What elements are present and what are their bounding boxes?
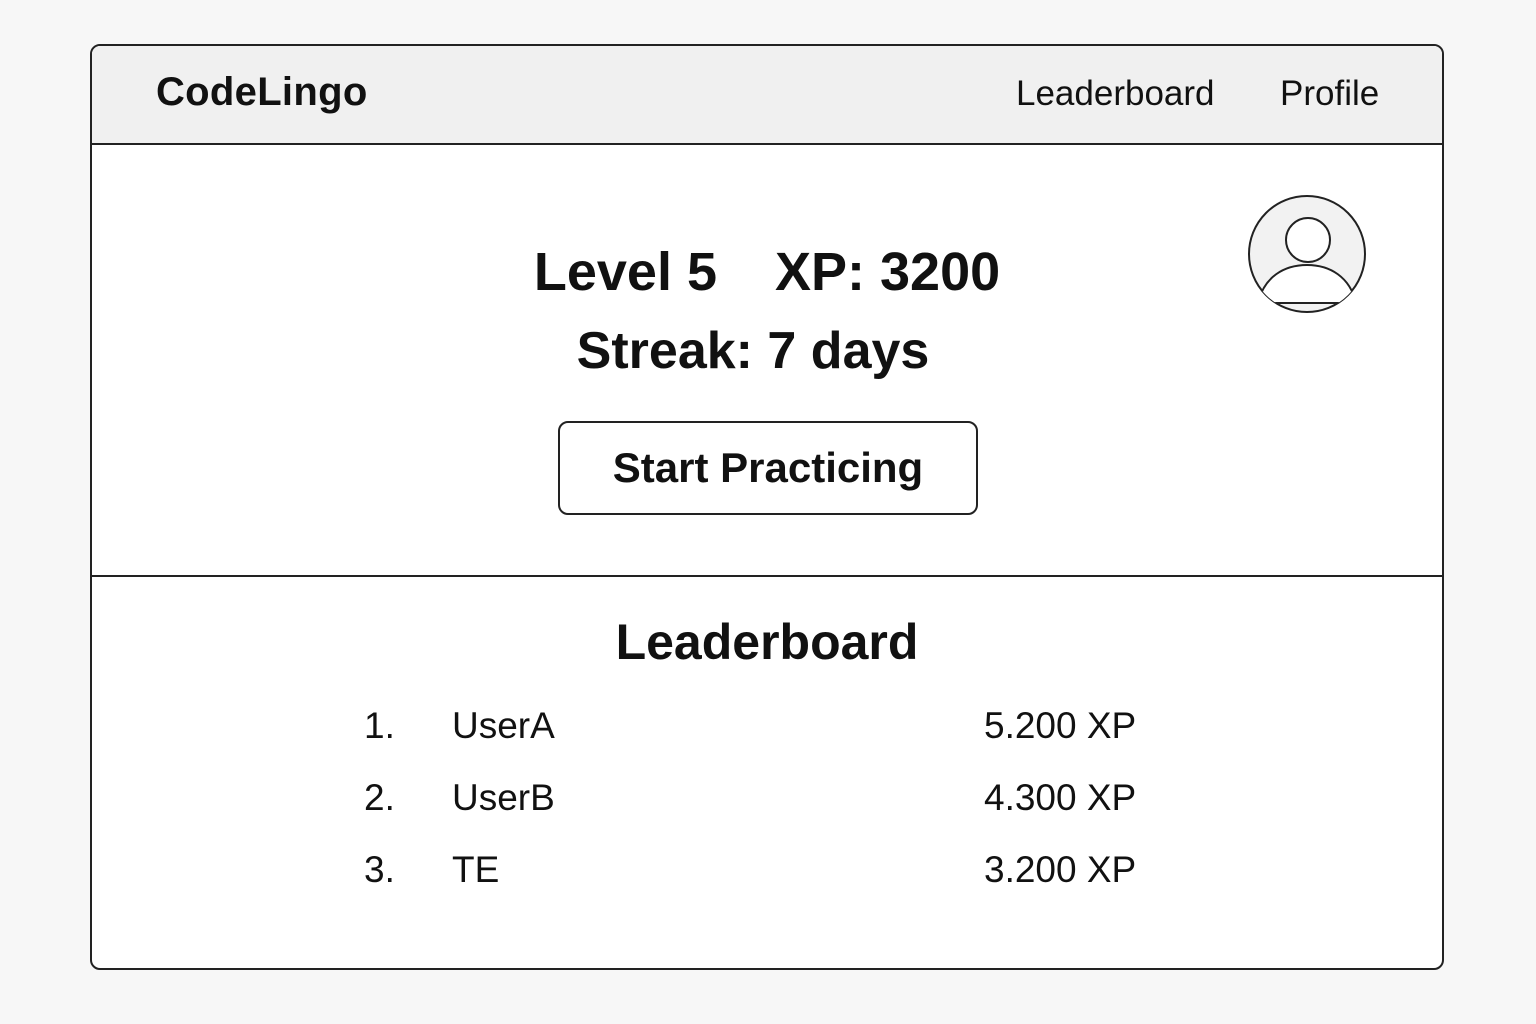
leaderboard-row[interactable]: 2. UserB 4.300 XP xyxy=(362,777,1162,849)
progress-summary-section: Level 5 XP: 3200 Streak: 7 days Start Pra… xyxy=(92,145,1442,577)
user-xp: 5.200 XP xyxy=(984,705,1137,746)
leaderboard-row[interactable]: 3. TE 3.200 XP xyxy=(362,849,1162,921)
nav-leaderboard-link[interactable]: Leaderboard xyxy=(1016,74,1215,114)
user-name: UserB xyxy=(452,777,555,818)
user-name: UserA xyxy=(452,705,555,746)
rank-number: 2. xyxy=(364,777,395,818)
top-navigation-bar: CodeLingo Leaderboard Profile xyxy=(92,46,1442,145)
app-window: CodeLingo Leaderboard Profile Level 5 XP:… xyxy=(90,44,1444,970)
leaderboard-title: Leaderboard xyxy=(615,614,919,670)
xp-text: XP: 3200 xyxy=(774,242,1001,302)
leaderboard-row[interactable]: 1. UserA 5.200 XP xyxy=(362,705,1162,777)
rank-number: 1. xyxy=(364,705,395,746)
rank-number: 3. xyxy=(364,849,395,890)
nav-profile-link[interactable]: Profile xyxy=(1280,74,1379,114)
brand-logo[interactable]: CodeLingo xyxy=(156,70,368,115)
level-text: Level 5 xyxy=(533,242,717,302)
user-xp: 4.300 XP xyxy=(984,777,1137,818)
leaderboard-list: 1. UserA 5.200 XP 2. UserB 4.300 XP 3. T… xyxy=(362,705,1162,921)
user-xp: 3.200 XP xyxy=(984,849,1137,890)
leaderboard-section: Leaderboard 1. UserA 5.200 XP 2. UserB 4… xyxy=(92,577,1442,968)
user-avatar-icon[interactable] xyxy=(1248,195,1366,313)
streak-text: Streak: 7 days xyxy=(576,322,930,380)
user-avatar-icon-graphic xyxy=(1248,195,1366,313)
user-name: TE xyxy=(452,849,500,890)
level-xp-line: Level 5 XP: 3200 xyxy=(92,241,1442,303)
start-practicing-button[interactable]: Start Practicing xyxy=(558,421,978,515)
